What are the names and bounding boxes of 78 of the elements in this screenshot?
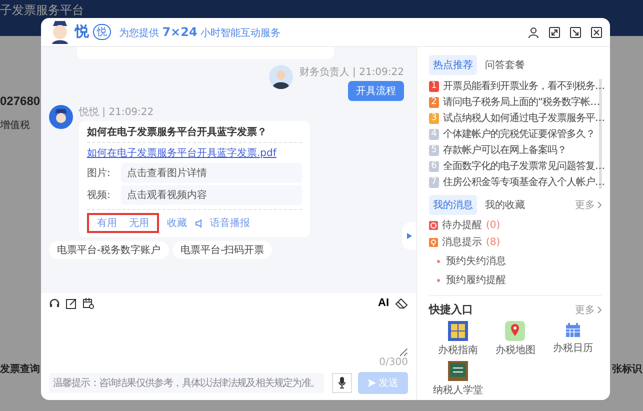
page-label: 张标识 [612, 362, 642, 376]
answer-title: 如何在电子发票服务平台开具蓝字发票？ [87, 125, 302, 143]
attachment-link[interactable]: 点击观看视频内容 [121, 185, 302, 205]
tab[interactable]: 问答套餐 [481, 55, 529, 75]
send-icon [368, 379, 376, 387]
notice-item[interactable]: 预约失约消息 [446, 254, 506, 268]
quick-entry[interactable]: 办税日历 [544, 321, 602, 357]
page-label: 发票查询 [0, 362, 40, 376]
close-icon[interactable] [591, 26, 602, 38]
rank-badge: 1 [429, 80, 439, 92]
speaker-icon [195, 218, 204, 228]
pdf-link[interactable]: 如何在电子发票服务平台开具蓝字发票.pdf [87, 146, 302, 160]
brand-name: 悦 [75, 23, 89, 41]
character-counter: 0/300 [379, 357, 408, 368]
attachment-label: 图片: [87, 166, 112, 180]
triangle-right-icon [406, 233, 412, 239]
suggestion-chip[interactable]: 电票平台-税务数字账户 [49, 241, 169, 259]
message-meta: 悦悦 | 21:09:22 [79, 106, 155, 119]
ai-button[interactable]: AI [378, 297, 389, 309]
attachment-link[interactable]: 点击查看图片详情 [121, 163, 302, 183]
user-message-bubble: 开具流程 [348, 81, 404, 101]
chevron-right-icon [597, 201, 602, 209]
hot-question-link[interactable]: 存款帐户可以在网上备案吗？ [443, 143, 566, 157]
minimize-icon[interactable] [570, 26, 581, 38]
disclaimer-text: 温馨提示：咨询结果仅供参考，具体以法律法规及相关规定为准。 [49, 373, 324, 393]
brand-badge: 悦 [93, 24, 111, 40]
message-count: (8) [486, 236, 500, 248]
attachment-label: 视频: [87, 188, 112, 202]
bullet-icon [437, 278, 440, 282]
hot-question-link[interactable]: 请问电子税务局上面的“税务数字帐… [443, 95, 600, 109]
rank-badge: 5 [429, 144, 439, 156]
quick-entry[interactable]: 办税指南 [429, 321, 487, 357]
rank-badge: 3 [429, 112, 439, 124]
chevron-right-icon [597, 306, 602, 314]
message-count: (0) [486, 220, 500, 230]
tab[interactable]: 我的消息 [429, 195, 477, 215]
microphone-button[interactable] [332, 373, 352, 393]
hot-question-link[interactable]: 个体建帐户的完税凭证要保管多久？ [443, 127, 595, 141]
calendar-icon[interactable] [83, 298, 94, 308]
page-number: 027680 [0, 94, 40, 108]
book-icon [448, 321, 468, 341]
user-avatar-icon [269, 65, 294, 89]
calendar-icon [564, 321, 582, 339]
tab[interactable]: 热点推荐 [429, 55, 477, 75]
tagline: 为您提供 7×24 小时智能互动服务 [119, 24, 280, 40]
rank-badge: 4 [429, 128, 439, 140]
clock-icon [429, 220, 438, 230]
rank-badge: 2 [429, 96, 439, 108]
message-category[interactable]: 待办提醒 [442, 218, 482, 232]
rank-badge: 6 [429, 160, 439, 172]
page-title: 子发票服务平台 [0, 3, 84, 17]
headset-icon[interactable] [49, 298, 60, 308]
hot-question-link[interactable]: 试点纳税人如何通过电子发票服务平… [443, 111, 604, 125]
message-category[interactable]: 消息提示 [442, 235, 482, 249]
blackboard-icon [448, 361, 468, 381]
eraser-icon[interactable] [395, 298, 408, 308]
bulb-icon [429, 238, 438, 246]
map-pin-icon [505, 321, 526, 341]
hot-question-link[interactable]: 开票员能看到开票业务，看不到税务… [443, 79, 604, 93]
message-meta: 财务负责人 | 21:09:22 [299, 66, 404, 79]
hot-question-link[interactable]: 住房公积金等专项基金存入个人帐户… [443, 175, 604, 189]
user-icon[interactable] [528, 26, 539, 38]
section-title: 快捷入口 [429, 302, 473, 317]
edit-icon[interactable] [66, 298, 77, 308]
quick-entry[interactable]: 纳税人学堂 [429, 361, 487, 397]
microphone-icon [338, 377, 346, 389]
expand-icon[interactable] [549, 26, 560, 38]
assistant-avatar-icon [49, 20, 71, 44]
rank-badge: 7 [429, 176, 439, 188]
collapse-toggle[interactable] [402, 222, 416, 250]
assistant-avatar-icon [49, 105, 73, 129]
suggestion-chip[interactable]: 电票平台-扫码开票 [172, 241, 272, 259]
notice-item[interactable]: 预约履约提醒 [446, 273, 506, 287]
tab[interactable]: 我的收藏 [481, 195, 529, 215]
page-subtitle: 增值税 [0, 118, 30, 132]
bullet-icon [437, 260, 440, 262]
hot-question-link[interactable]: 全面数字化的电子发票常见问题答复… [443, 159, 604, 173]
quick-entry[interactable]: 办税地图 [486, 321, 544, 357]
